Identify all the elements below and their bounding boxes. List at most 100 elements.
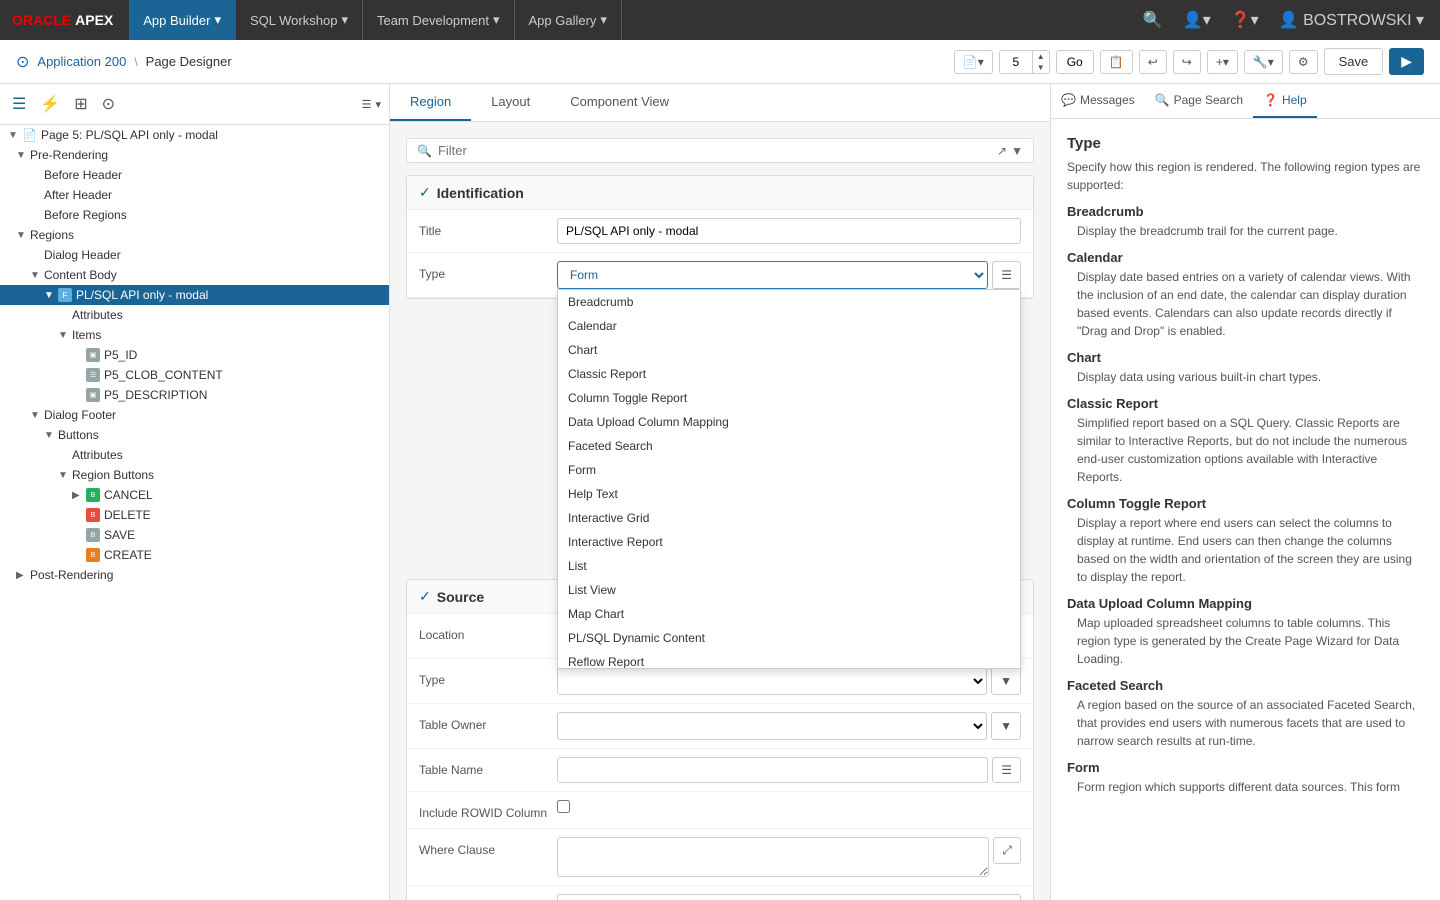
tree-arrow-cancel[interactable]: ▶ xyxy=(72,490,84,501)
page-number-input[interactable]: 5 xyxy=(1000,51,1032,73)
identification-header[interactable]: ✓ Identification xyxy=(407,176,1033,210)
table-name-input[interactable] xyxy=(557,757,988,783)
tab-messages[interactable]: 💬 Messages xyxy=(1051,84,1145,118)
tree-arrow-regions[interactable]: ▼ xyxy=(16,230,28,241)
utilities-icon[interactable]: ⚙ xyxy=(1289,50,1318,74)
nav-team-development[interactable]: Team Development ▾ xyxy=(363,0,515,40)
dropdown-item-form[interactable]: Form xyxy=(558,458,1020,482)
nav-sql-workshop[interactable]: SQL Workshop ▾ xyxy=(236,0,363,40)
tree-item-pre-rendering[interactable]: ▼ Pre-Rendering xyxy=(0,145,389,165)
source-toggle[interactable]: ✓ xyxy=(419,588,431,605)
undo-icon[interactable]: ↩ xyxy=(1139,50,1167,74)
tree-item-create[interactable]: B CREATE xyxy=(0,545,389,565)
table-name-list-btn[interactable]: ☰ xyxy=(992,757,1021,783)
dropdown-item-list[interactable]: List xyxy=(558,554,1020,578)
dropdown-item-chart[interactable]: Chart xyxy=(558,338,1020,362)
filter-expand-icon[interactable]: ↗ xyxy=(997,144,1007,158)
table-owner-select[interactable] xyxy=(557,712,987,740)
tree-item-content-body[interactable]: ▼ Content Body xyxy=(0,265,389,285)
filter-collapse-icon[interactable]: ▼ xyxy=(1011,144,1023,158)
tree-item-buttons[interactable]: ▼ Buttons xyxy=(0,425,389,445)
user-profile-icon[interactable]: 👤 BOSTROWSKI ▾ xyxy=(1275,6,1428,34)
include-rowid-checkbox[interactable] xyxy=(557,800,570,813)
run-button[interactable]: ▶ xyxy=(1389,48,1424,75)
tab-page-search[interactable]: 🔍 Page Search xyxy=(1145,84,1253,118)
source-type-select[interactable] xyxy=(557,667,987,695)
order-by-input[interactable] xyxy=(557,894,1021,900)
list-view-icon[interactable]: ☰ xyxy=(362,98,372,111)
shared-icon[interactable]: ⊙ xyxy=(98,90,119,118)
tree-arrow-post[interactable]: ▶ xyxy=(16,570,28,581)
nav-app-builder[interactable]: App Builder ▾ xyxy=(129,0,236,40)
tree-arrow-page5[interactable]: ▼ xyxy=(8,130,20,141)
where-clause-expand-btn[interactable]: ⤢ xyxy=(993,837,1021,864)
tools-icon[interactable]: 🔧▾ xyxy=(1244,50,1283,74)
tree-arrow-rbtns[interactable]: ▼ xyxy=(58,470,70,481)
dropdown-item-map-chart[interactable]: Map Chart xyxy=(558,602,1020,626)
tree-arrow-pre[interactable]: ▼ xyxy=(16,150,28,161)
identification-toggle[interactable]: ✓ xyxy=(419,184,431,201)
user-menu-icon[interactable]: 👤▾ xyxy=(1179,6,1215,34)
options-icon[interactable]: ▾ xyxy=(375,98,381,111)
tab-component-view[interactable]: Component View xyxy=(550,84,689,121)
title-input[interactable] xyxy=(557,218,1021,244)
tree-item-dialog-footer[interactable]: ▼ Dialog Footer xyxy=(0,405,389,425)
tree-item-post-rendering[interactable]: ▶ Post-Rendering xyxy=(0,565,389,585)
type-select[interactable]: Form xyxy=(557,261,988,289)
tree-item-before-regions[interactable]: Before Regions xyxy=(0,205,389,225)
tree-item-p5-clob[interactable]: ☰ P5_CLOB_CONTENT xyxy=(0,365,389,385)
add-icon[interactable]: +▾ xyxy=(1207,50,1238,74)
dropdown-item-interactive-report[interactable]: Interactive Report xyxy=(558,530,1020,554)
tree-item-p5-desc[interactable]: ▣ P5_DESCRIPTION xyxy=(0,385,389,405)
tree-item-p5-id[interactable]: ▣ P5_ID xyxy=(0,345,389,365)
tree-arrow-btns[interactable]: ▼ xyxy=(44,430,56,441)
source-type-expand-btn[interactable]: ▼ xyxy=(991,667,1021,695)
tree-item-attributes[interactable]: Attributes xyxy=(0,305,389,325)
dropdown-item-reflow-report[interactable]: Reflow Report xyxy=(558,650,1020,669)
tree-item-save[interactable]: B SAVE xyxy=(0,525,389,545)
dropdown-item-classic-report[interactable]: Classic Report xyxy=(558,362,1020,386)
tab-region[interactable]: Region xyxy=(390,84,471,121)
tree-item-plsql-modal[interactable]: ▼ F PL/SQL API only - modal xyxy=(0,285,389,305)
lightning-icon[interactable]: ⚡ xyxy=(36,90,64,118)
where-clause-input[interactable] xyxy=(557,837,989,877)
breadcrumb-app[interactable]: Application 200 xyxy=(37,54,126,69)
dropdown-item-column-toggle[interactable]: Column Toggle Report xyxy=(558,386,1020,410)
tree-item-cancel[interactable]: ▶ B CANCEL xyxy=(0,485,389,505)
help-icon[interactable]: ❓▾ xyxy=(1227,6,1263,34)
page-nav-up[interactable]: ▲ xyxy=(1033,51,1049,62)
tree-item-regions[interactable]: ▼ Regions xyxy=(0,225,389,245)
dropdown-item-help-text[interactable]: Help Text xyxy=(558,482,1020,506)
tree-arrow-plsql[interactable]: ▼ xyxy=(44,290,56,301)
tree-item-items[interactable]: ▼ Items xyxy=(0,325,389,345)
table-owner-expand-btn[interactable]: ▼ xyxy=(991,712,1021,740)
go-button[interactable]: Go xyxy=(1056,50,1094,74)
tree-item-after-header[interactable]: After Header xyxy=(0,185,389,205)
dropdown-item-plsql-dynamic[interactable]: PL/SQL Dynamic Content xyxy=(558,626,1020,650)
page-icon[interactable]: ⊞ xyxy=(70,90,91,118)
tab-help[interactable]: ❓ Help xyxy=(1253,84,1317,118)
dropdown-item-list-view[interactable]: List View xyxy=(558,578,1020,602)
tree-view-icon[interactable]: ☰ xyxy=(8,90,30,118)
dropdown-item-data-upload[interactable]: Data Upload Column Mapping xyxy=(558,410,1020,434)
dropdown-item-faceted-search[interactable]: Faceted Search xyxy=(558,434,1020,458)
save-button[interactable]: Save xyxy=(1324,48,1384,75)
tree-item-region-buttons[interactable]: ▼ Region Buttons xyxy=(0,465,389,485)
tree-arrow-items[interactable]: ▼ xyxy=(58,330,70,341)
redo-icon[interactable]: ↪ xyxy=(1173,50,1201,74)
dropdown-item-interactive-grid[interactable]: Interactive Grid xyxy=(558,506,1020,530)
type-help-btn[interactable]: ☰ xyxy=(992,261,1021,289)
clipboard-icon[interactable]: 📋 xyxy=(1100,50,1133,74)
search-icon[interactable]: 🔍 xyxy=(1139,6,1167,34)
tree-arrow-cb[interactable]: ▼ xyxy=(30,270,42,281)
page-nav-down[interactable]: ▼ xyxy=(1033,62,1049,73)
dropdown-item-breadcrumb[interactable]: Breadcrumb xyxy=(558,290,1020,314)
filter-input[interactable] xyxy=(438,143,991,158)
tree-item-page5[interactable]: ▼ 📄 Page 5: PL/SQL API only - modal xyxy=(0,125,389,145)
new-page-button[interactable]: 📄▾ xyxy=(954,50,993,74)
nav-app-gallery[interactable]: App Gallery ▾ xyxy=(515,0,622,40)
tree-item-dialog-header[interactable]: Dialog Header xyxy=(0,245,389,265)
tab-layout[interactable]: Layout xyxy=(471,84,550,121)
tree-item-delete[interactable]: B DELETE xyxy=(0,505,389,525)
dropdown-item-calendar[interactable]: Calendar xyxy=(558,314,1020,338)
